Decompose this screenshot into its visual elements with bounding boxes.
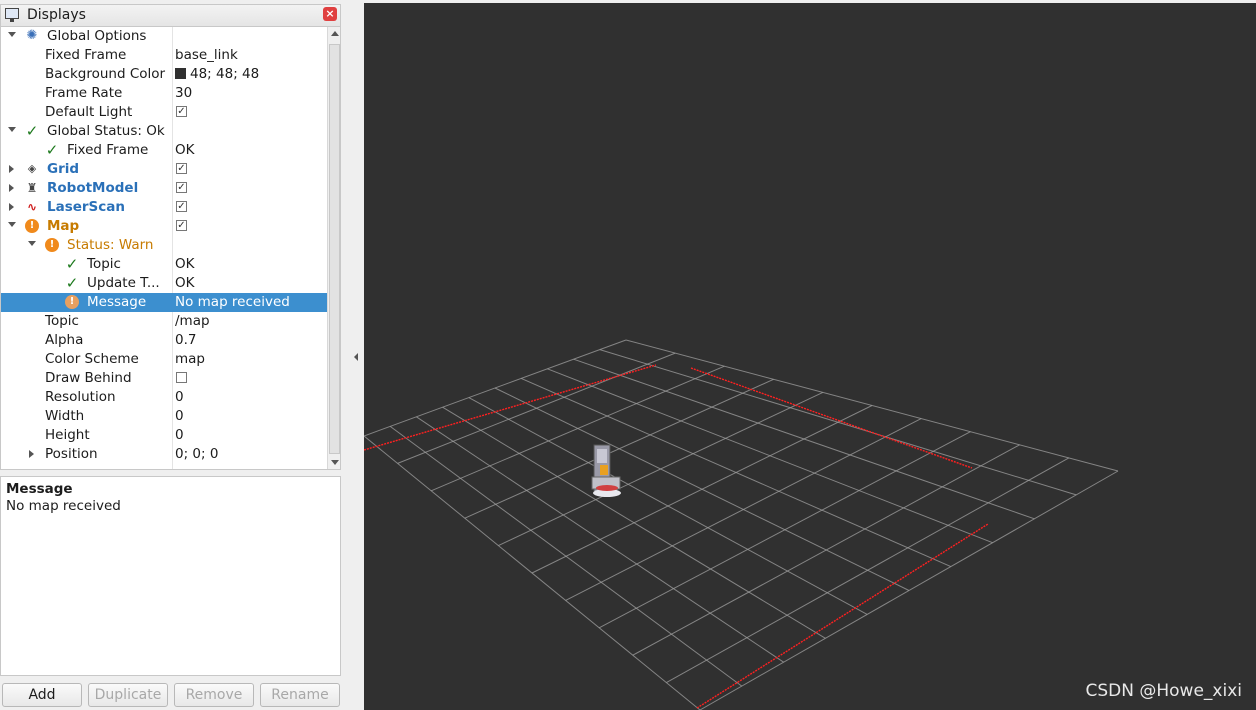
laser-icon: ∿ — [26, 200, 38, 214]
remove-button[interactable]: Remove — [174, 683, 254, 707]
scrollbar-thumb[interactable] — [329, 44, 340, 454]
tree-row-width[interactable]: Width 0 — [1, 407, 327, 426]
scroll-down-icon[interactable] — [331, 460, 339, 465]
add-button[interactable]: Add — [2, 683, 82, 707]
checkmark-icon: ✓ — [65, 255, 79, 273]
tree-row-fixed-frame[interactable]: Fixed Frame base_link — [1, 46, 327, 65]
scene-canvas — [364, 339, 1119, 710]
width-value[interactable]: 0 — [175, 408, 184, 424]
grid-line — [632, 444, 1020, 656]
rename-button[interactable]: Rename — [260, 683, 340, 707]
frame-rate-value[interactable]: 30 — [175, 85, 192, 101]
checkmark-icon: ✓ — [65, 274, 79, 292]
fixed-frame-value[interactable]: base_link — [175, 47, 238, 63]
color-scheme-value[interactable]: map — [175, 351, 205, 367]
alpha-value[interactable]: 0.7 — [175, 332, 196, 348]
grid-line — [699, 470, 1119, 710]
display-tree[interactable]: ✺ Global Options Fixed Frame base_link B… — [0, 26, 341, 470]
tree-row-global-status[interactable]: ✓ Global Status: Ok — [1, 122, 327, 141]
tree-row-robotmodel[interactable]: ♜ RobotModel ✓ — [1, 179, 327, 198]
tree-scrollbar[interactable] — [327, 27, 340, 469]
robot-icon: ♜ — [26, 181, 38, 195]
tree-row-alpha[interactable]: Alpha 0.7 — [1, 331, 327, 350]
tree-row-grid[interactable]: ◈ Grid ✓ — [1, 160, 327, 179]
background-color-value[interactable]: 48; 48; 48 — [175, 66, 259, 82]
monitor-icon — [5, 8, 19, 22]
message-body: No map received — [6, 498, 121, 514]
grid-icon: ◈ — [27, 162, 37, 175]
robotmodel-enabled-checkbox[interactable]: ✓ — [176, 182, 187, 193]
laser-scan-segment — [696, 523, 989, 709]
duplicate-button[interactable]: Duplicate — [88, 683, 168, 707]
laser-scan-segment — [690, 367, 973, 469]
warning-icon: ! — [45, 238, 59, 252]
checkmark-icon: ✓ — [45, 141, 59, 159]
tree-row-frame-rate[interactable]: Frame Rate 30 — [1, 84, 327, 103]
tree-row-background-color[interactable]: Background Color 48; 48; 48 — [1, 65, 327, 84]
color-swatch[interactable] — [175, 68, 186, 79]
gear-icon: ✺ — [26, 28, 38, 43]
tree-row-status-topic[interactable]: ✓ Topic OK — [1, 255, 327, 274]
tree-row-global-options[interactable]: ✺ Global Options — [1, 27, 327, 46]
tree-row-topic[interactable]: Topic /map — [1, 312, 327, 331]
watermark: CSDN @Howe_xixi — [1085, 681, 1243, 701]
warning-icon: ! — [25, 219, 39, 233]
expand-arrow-icon[interactable] — [9, 165, 14, 173]
resolution-value[interactable]: 0 — [175, 389, 184, 405]
tree-row-position[interactable]: Position 0; 0; 0 — [1, 445, 327, 464]
panel-title: Displays — [27, 7, 86, 23]
grid-enabled-checkbox[interactable]: ✓ — [176, 163, 187, 174]
scroll-up-icon[interactable] — [331, 31, 339, 36]
grid-lines — [364, 339, 1119, 710]
map-enabled-checkbox[interactable]: ✓ — [176, 220, 187, 231]
tree-row-map[interactable]: ! Map ✓ — [1, 217, 327, 236]
tree-row-status-message[interactable]: ! Message No map received — [1, 293, 327, 312]
tree-row-laserscan[interactable]: ∿ LaserScan ✓ — [1, 198, 327, 217]
warning-icon: ! — [65, 295, 79, 309]
tree-row-color-scheme[interactable]: Color Scheme map — [1, 350, 327, 369]
tree-row-status-warn[interactable]: ! Status: Warn — [1, 236, 327, 255]
close-icon[interactable]: × — [323, 7, 337, 21]
checkmark-icon: ✓ — [25, 122, 39, 140]
expand-arrow-icon[interactable] — [8, 32, 16, 37]
expand-arrow-icon[interactable] — [28, 241, 36, 246]
tree-row-resolution[interactable]: Resolution 0 — [1, 388, 327, 407]
tree-row-default-light[interactable]: Default Light ✓ — [1, 103, 327, 122]
expand-arrow-icon[interactable] — [9, 203, 14, 211]
topic-value[interactable]: /map — [175, 313, 210, 329]
expand-arrow-icon[interactable] — [8, 127, 16, 132]
grid-line — [468, 397, 868, 615]
expand-arrow-icon[interactable] — [29, 450, 34, 458]
laserscan-enabled-checkbox[interactable]: ✓ — [176, 201, 187, 212]
tree-row-height[interactable]: Height 0 — [1, 426, 327, 445]
tree-row-status-fixed-frame[interactable]: ✓ Fixed Frame OK — [1, 141, 327, 160]
displays-header: Displays × — [0, 4, 341, 26]
displays-panel: Displays × ✺ Global Options Fixed Frame … — [0, 0, 346, 710]
grid-line — [666, 457, 1070, 684]
tree-row-status-update-time[interactable]: ✓ Update T... OK — [1, 274, 327, 293]
expand-arrow-icon[interactable] — [8, 222, 16, 227]
default-light-checkbox[interactable]: ✓ — [176, 106, 187, 117]
message-box: Message No map received — [0, 476, 341, 676]
position-value[interactable]: 0; 0; 0 — [175, 446, 218, 462]
tree-row-draw-behind[interactable]: Draw Behind — [1, 369, 327, 388]
collapse-arrow-icon[interactable] — [354, 353, 358, 361]
message-title: Message — [6, 481, 73, 497]
draw-behind-checkbox[interactable] — [176, 372, 187, 383]
height-value[interactable]: 0 — [175, 427, 184, 443]
expand-arrow-icon[interactable] — [9, 184, 14, 192]
laser-scan-segment — [364, 364, 657, 451]
robot-model — [591, 444, 621, 497]
3d-viewport[interactable]: CSDN @Howe_xixi — [364, 3, 1256, 710]
panel-splitter[interactable] — [346, 0, 364, 710]
